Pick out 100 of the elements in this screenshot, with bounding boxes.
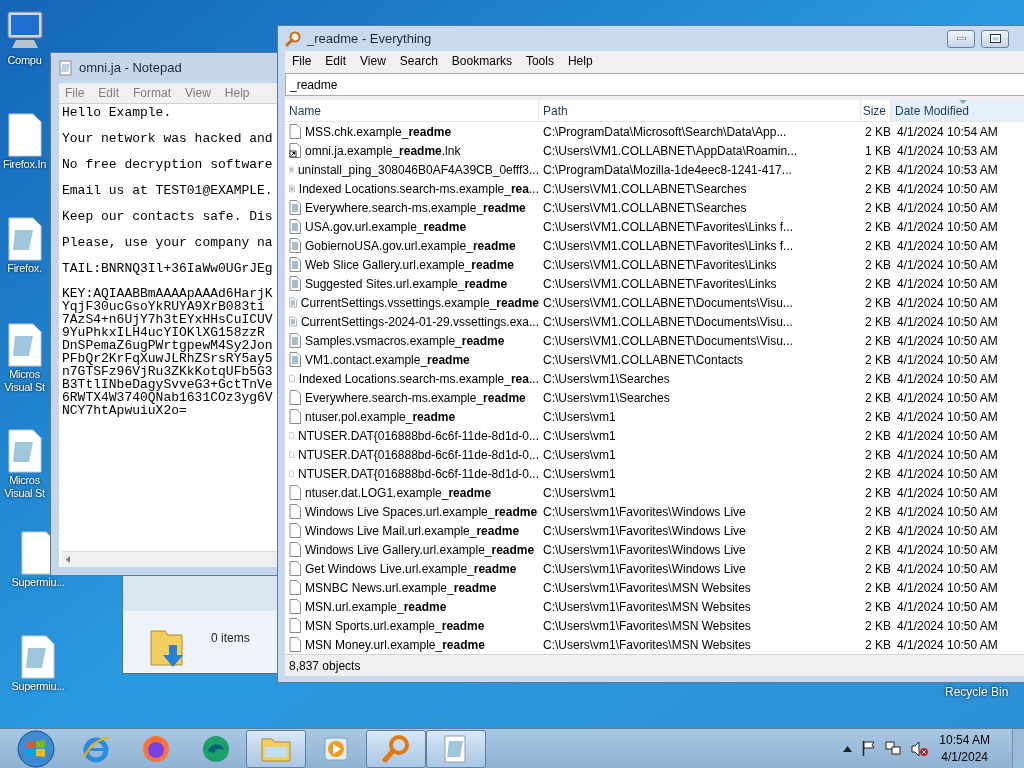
document-icon: [289, 333, 301, 348]
media-player-icon[interactable]: [322, 734, 350, 763]
desktop-icon-label[interactable]: Compu: [7, 54, 42, 67]
muted-speaker-icon[interactable]: [911, 740, 930, 757]
menu-item[interactable]: File: [59, 84, 91, 102]
file-name[interactable]: ntuser.pol.example_readme: [305, 407, 456, 426]
file-name[interactable]: USA.gov.url.example_readme: [305, 217, 467, 236]
file-name[interactable]: NTUSER.DAT{016888bd-6c6f-11de-8d1d-0...: [297, 464, 539, 483]
date-modified: 4/1/2024 10:50 AM: [896, 237, 998, 255]
file-name[interactable]: CurrentSettings.vssettings.example_readme: [300, 293, 539, 312]
text-line: 9YuPhkxILH4ucYIOKlXG158zzR: [62, 326, 265, 339]
file-size: 2 KB: [864, 351, 891, 369]
file-name[interactable]: NTUSER.DAT{016888bd-6c6f-11de-8d1d-0...: [297, 426, 539, 445]
file-name[interactable]: Windows Live Mail.url.example_readme: [305, 521, 520, 540]
file-path: C:\Users\vm1: [542, 484, 617, 502]
file-name[interactable]: Suggested Sites.url.example_readme: [305, 274, 508, 293]
menu-item[interactable]: Edit: [318, 52, 354, 70]
file-name[interactable]: Windows Live Spaces.url.example_readme: [305, 502, 538, 521]
file-size: 2 KB: [864, 123, 891, 141]
file-path: C:\Users\vm1: [542, 446, 617, 464]
status-text: 8,837 objects: [289, 657, 361, 675]
menu-item[interactable]: Help: [218, 84, 256, 102]
file-path: C:\Users\VM1.COLLABNET\Documents\Visu...: [542, 294, 794, 312]
menu-item[interactable]: File: [285, 52, 319, 70]
file-name[interactable]: Everywhere.search-ms.example_readme: [305, 388, 526, 407]
windows-orb-icon[interactable]: [17, 729, 55, 768]
file-name[interactable]: ntuser.dat.LOG1.example_readme: [305, 483, 492, 502]
date-modified: 4/1/2024 10:50 AM: [896, 446, 998, 464]
clock-time[interactable]: 10:54 AM: [939, 731, 990, 749]
file-size: 2 KB: [864, 446, 891, 464]
document-icon: [289, 276, 301, 291]
file-name[interactable]: Get Windows Live.url.example_readme: [305, 559, 517, 578]
file-size: 2 KB: [864, 237, 891, 255]
menu-item[interactable]: Edit: [92, 84, 126, 102]
date-modified: 4/1/2024 10:50 AM: [896, 370, 998, 388]
document-icon: [289, 314, 297, 329]
desktop-icon-label[interactable]: Firefox.: [7, 262, 42, 275]
desktop-icon-label[interactable]: Micros Visual St: [4, 368, 45, 394]
menu-item[interactable]: Search: [392, 52, 445, 70]
file-name[interactable]: CurrentSettings-2024-01-29.vssettings.exa...: [300, 312, 539, 331]
text-line: 6RWTX4W3740QNab1631COz3yg6V: [62, 391, 274, 404]
desktop-icon-label[interactable]: Firefox.In: [2, 158, 47, 171]
file-name[interactable]: VM1.contact.example_readme: [305, 350, 470, 369]
file-path: C:\Users\vm1: [542, 465, 617, 483]
file-name[interactable]: GobiernoUSA.gov.url.example_readme: [305, 236, 516, 255]
file-name[interactable]: MSN Sports.url.example_readme: [305, 616, 485, 635]
file-name[interactable]: Indexed Locations.search-ms.example_rea...: [298, 179, 539, 198]
show-hidden-icons-icon[interactable]: [843, 745, 853, 752]
file-name[interactable]: Indexed Locations.search-ms.example_rea...: [298, 369, 539, 388]
magnifier-icon[interactable]: [380, 732, 412, 765]
file-path: C:\Users\vm1\Favorites\MSN Websites: [542, 598, 752, 616]
menu-item[interactable]: Help: [560, 52, 600, 70]
desktop-icon-label[interactable]: Micros Visual St: [4, 474, 45, 500]
file-name[interactable]: Samples.vsmacros.example_readme: [305, 331, 505, 350]
file-name[interactable]: NTUSER.DAT{016888bd-6c6f-11de-8d1d-0...: [297, 445, 539, 464]
menu-item[interactable]: Format: [127, 84, 178, 102]
file-size: 2 KB: [864, 389, 891, 407]
file-name[interactable]: MSN Money.url.example_readme: [305, 635, 485, 654]
file-name[interactable]: Everywhere.search-ms.example_readme: [305, 198, 526, 217]
file-path: C:\Users\vm1: [542, 408, 617, 426]
column-header[interactable]: Date Modified: [891, 100, 1024, 121]
menu-item[interactable]: Tools: [518, 52, 561, 70]
date-modified: 4/1/2024 10:50 AM: [896, 332, 998, 350]
text-line: PFbQr2KrFqXuwJLRhZSrsRY5ay5: [62, 352, 274, 365]
file-name[interactable]: uninstall_ping_308046B0AF4A39CB_0efff3...: [297, 160, 539, 179]
file-name[interactable]: Web Slice Gallery.url.example_readme: [305, 255, 514, 274]
date-modified: 4/1/2024 10:50 AM: [896, 465, 998, 483]
file-name[interactable]: MSN.url.example_readme: [305, 597, 447, 616]
file-size: 1 KB: [864, 142, 891, 160]
file-name[interactable]: MSS.chk.example_readme: [305, 122, 452, 141]
search-field[interactable]: _readme: [285, 73, 1024, 96]
flag-icon[interactable]: [862, 741, 876, 756]
menu-item[interactable]: View: [179, 84, 217, 102]
file-path: C:\Users\vm1\Favorites\MSN Websites: [542, 617, 752, 635]
file-name[interactable]: Windows Live Gallery.url.example_readme: [305, 540, 535, 559]
file-size: 2 KB: [864, 617, 891, 635]
scroll-left-icon[interactable]: [66, 556, 70, 563]
date-modified: 4/1/2024 10:50 AM: [896, 313, 998, 331]
file-size: 2 KB: [864, 598, 891, 616]
clock-date[interactable]: 4/1/2024: [941, 748, 988, 766]
column-header[interactable]: Size: [861, 100, 891, 121]
date-modified: 4/1/2024 10:50 AM: [896, 617, 998, 635]
file-icon: [289, 637, 301, 652]
file-name[interactable]: omni.ja.example_readme.lnk: [305, 141, 461, 160]
shortcut-icon: [289, 143, 301, 158]
taskbar-button[interactable]: [246, 729, 306, 768]
show-desktop-button[interactable]: [1012, 729, 1024, 768]
text-line: 7AzS4+n6UjY7h3tEYxHHsCuICUV: [62, 313, 274, 326]
menu-item[interactable]: View: [353, 52, 393, 70]
taskbar-button[interactable]: [366, 729, 426, 768]
network-icon[interactable]: [885, 741, 902, 756]
file-name[interactable]: MSNBC News.url.example_readme: [305, 578, 497, 597]
date-modified: 4/1/2024 10:50 AM: [896, 522, 998, 540]
file-size: 2 KB: [864, 180, 891, 198]
file-size: 2 KB: [864, 294, 891, 312]
menu-item[interactable]: Bookmarks: [444, 52, 519, 70]
maximize-button[interactable]: [981, 29, 1009, 48]
taskbar-button[interactable]: [426, 729, 486, 768]
minimize-button[interactable]: [947, 29, 975, 48]
text-line: n7GTSFz96VjRu3ZKkKotqUFb5G3: [62, 365, 274, 378]
